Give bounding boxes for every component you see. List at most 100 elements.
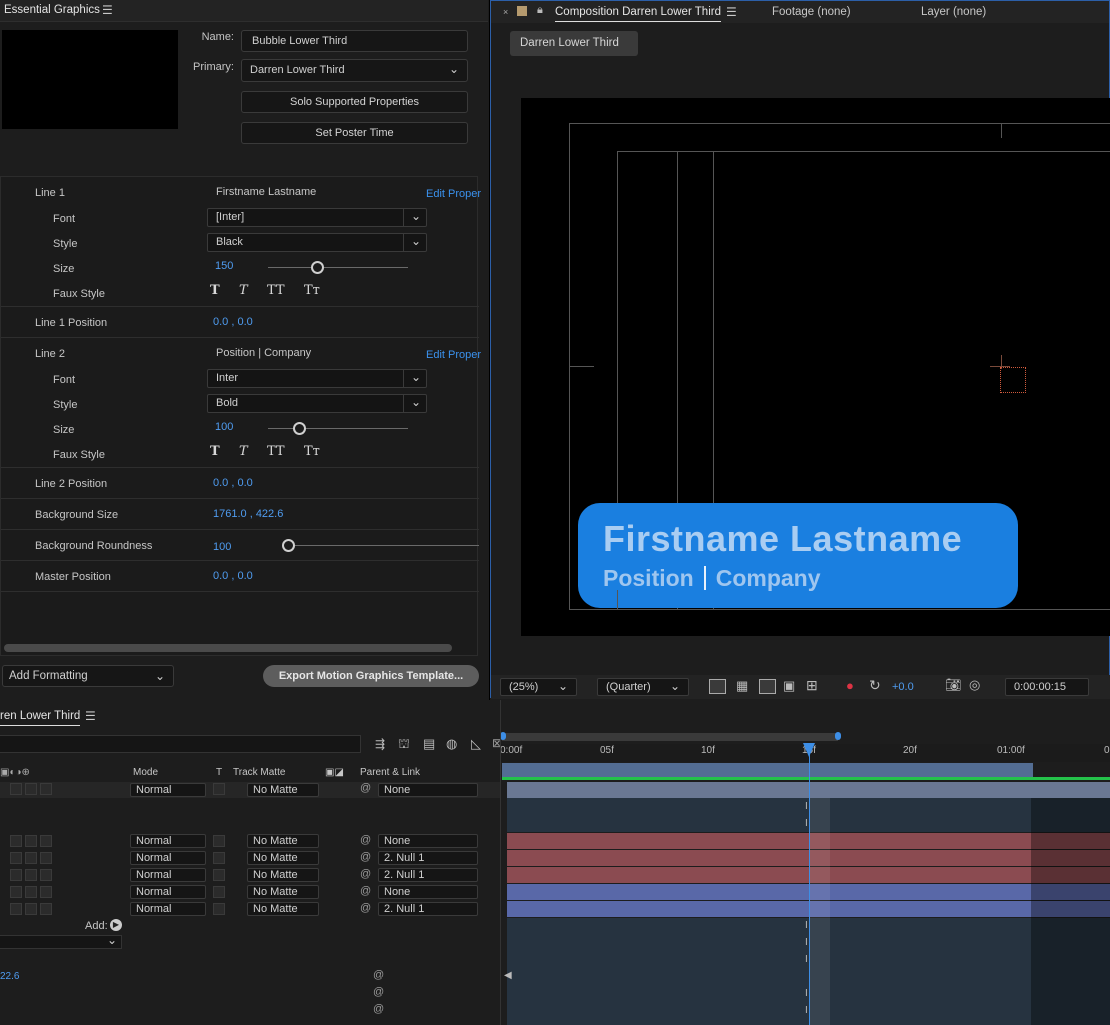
- panel-menu-icon[interactable]: ☰: [102, 3, 113, 17]
- keyframe-marker[interactable]: I: [805, 988, 808, 999]
- comp-duration-bar[interactable]: [502, 763, 1033, 777]
- tab-layer[interactable]: Layer (none): [921, 6, 986, 18]
- channel-icon[interactable]: ●: [846, 678, 854, 693]
- parent-dropdown[interactable]: 2. Null 1: [378, 868, 478, 882]
- mode-dropdown[interactable]: Normal: [130, 851, 206, 865]
- current-time-display[interactable]: 0:00:00:15: [1005, 678, 1089, 696]
- line1-font-dropdown[interactable]: [Inter] ⌄: [207, 208, 427, 227]
- layer-row[interactable]: Normal No Matte @ 2. Null 1: [0, 901, 500, 918]
- background-size-value[interactable]: 1761.0 , 422.6: [213, 508, 283, 520]
- preserve-transparency-box[interactable]: [213, 903, 225, 915]
- composition-navigator-tab[interactable]: Darren Lower Third: [510, 31, 638, 56]
- small-caps-icon[interactable]: Tт: [304, 444, 320, 459]
- line1-position-value[interactable]: 0.0 , 0.0: [213, 316, 253, 328]
- parent-dropdown[interactable]: None: [378, 885, 478, 899]
- layer-row[interactable]: Normal No Matte @ None: [0, 833, 500, 850]
- add-property-icon[interactable]: ▶: [110, 919, 122, 931]
- snapshot-icon[interactable]: 📷︎: [945, 677, 962, 693]
- master-position-value[interactable]: 0.0 , 0.0: [213, 570, 253, 582]
- lock-icon[interactable]: 🔒︎: [537, 4, 543, 17]
- line2-text[interactable]: Position | Company: [216, 347, 311, 359]
- exposure-value[interactable]: +0.0: [892, 681, 914, 693]
- track-matte-dropdown[interactable]: No Matte: [247, 783, 319, 797]
- mode-dropdown[interactable]: Normal: [130, 902, 206, 916]
- null-layer-box[interactable]: [1000, 367, 1026, 393]
- faux-italic-icon[interactable]: T: [239, 444, 248, 459]
- switch-box[interactable]: [40, 852, 52, 864]
- parent-dropdown[interactable]: None: [378, 783, 478, 797]
- show-snapshot-icon[interactable]: ◎: [969, 677, 980, 693]
- switch-box[interactable]: [40, 783, 52, 795]
- hide-shy-layers-icon[interactable]: ▤: [423, 736, 435, 752]
- parent-dropdown[interactable]: 2. Null 1: [378, 851, 478, 865]
- layer-row[interactable]: Normal No Matte @ None: [0, 884, 500, 901]
- background-roundness-slider-track[interactable]: [291, 545, 479, 546]
- preserve-transparency-box[interactable]: [213, 835, 225, 847]
- timeline-tab[interactable]: ren Lower Third: [0, 710, 81, 726]
- pickwhip-icon[interactable]: @: [373, 969, 384, 981]
- work-area-bar[interactable]: [500, 730, 1110, 744]
- track-matte-dropdown[interactable]: No Matte: [247, 868, 319, 882]
- layer-row[interactable]: Normal No Matte @ 2. Null 1: [0, 850, 500, 867]
- line2-position-value[interactable]: 0.0 , 0.0: [213, 477, 253, 489]
- background-roundness-slider-knob[interactable]: [282, 539, 295, 552]
- frame-blending-icon[interactable]: ◍: [446, 736, 457, 752]
- layer-row[interactable]: Normal No Matte @ None: [0, 782, 500, 798]
- faux-bold-icon[interactable]: T: [210, 444, 220, 459]
- layer-search-input[interactable]: [0, 735, 361, 753]
- preserve-transparency-box[interactable]: [213, 886, 225, 898]
- switch-box[interactable]: [25, 783, 37, 795]
- line2-style-dropdown[interactable]: Bold ⌄: [207, 394, 427, 413]
- keyframe-marker[interactable]: I: [805, 937, 808, 948]
- pickwhip-icon[interactable]: @: [373, 1003, 384, 1015]
- mask-visibility-icon[interactable]: [759, 679, 776, 694]
- horizontal-scrollbar[interactable]: [4, 644, 452, 652]
- switch-box[interactable]: [40, 869, 52, 881]
- switch-box[interactable]: [25, 835, 37, 847]
- keyframe-marker[interactable]: I: [805, 954, 808, 965]
- all-caps-icon[interactable]: TT: [267, 444, 285, 459]
- track-matte-dropdown[interactable]: No Matte: [247, 834, 319, 848]
- line1-edit-properties-link[interactable]: Edit Proper: [426, 188, 481, 200]
- switch-box[interactable]: [25, 869, 37, 881]
- parent-dropdown[interactable]: 2. Null 1: [378, 902, 478, 916]
- line2-size-slider-track[interactable]: [268, 428, 408, 429]
- solo-supported-properties-button[interactable]: Solo Supported Properties: [241, 91, 468, 113]
- draft-3d-icon[interactable]: ⛫: [398, 736, 410, 754]
- track-matte-header[interactable]: Track Matte: [233, 767, 285, 778]
- switch-box[interactable]: [25, 886, 37, 898]
- preserve-transparency-box[interactable]: [213, 869, 225, 881]
- tab-menu-icon[interactable]: ☰: [726, 5, 737, 19]
- switch-box[interactable]: [40, 886, 52, 898]
- pickwhip-icon[interactable]: @: [360, 851, 371, 863]
- pickwhip-icon[interactable]: @: [360, 782, 371, 794]
- keyframe-marker[interactable]: I: [805, 920, 808, 931]
- track-matte-dropdown[interactable]: No Matte: [247, 885, 319, 899]
- name-field[interactable]: Bubble Lower Third: [241, 30, 468, 52]
- layer-row[interactable]: Normal No Matte @ 2. Null 1: [0, 867, 500, 884]
- mode-header[interactable]: Mode: [133, 767, 158, 778]
- faux-italic-icon[interactable]: T: [239, 283, 248, 298]
- tab-composition[interactable]: Composition Darren Lower Third: [555, 6, 721, 22]
- t-header[interactable]: T: [216, 767, 222, 778]
- background-roundness-value[interactable]: 100: [213, 541, 231, 553]
- property-dropdown[interactable]: ⌄: [0, 933, 122, 949]
- primary-dropdown[interactable]: Darren Lower Third ⌄: [241, 59, 468, 82]
- playhead-handle[interactable]: [803, 743, 815, 757]
- switch-box[interactable]: [40, 835, 52, 847]
- line1-size-value[interactable]: 150: [215, 260, 233, 272]
- track-matte-dropdown[interactable]: No Matte: [247, 902, 319, 916]
- switch-box[interactable]: [25, 903, 37, 915]
- timeline-menu-icon[interactable]: ☰: [85, 709, 96, 723]
- switch-box[interactable]: [25, 852, 37, 864]
- parent-dropdown[interactable]: None: [378, 834, 478, 848]
- pickwhip-icon[interactable]: @: [360, 885, 371, 897]
- work-area-range[interactable]: [502, 733, 838, 741]
- close-tab-icon[interactable]: ×: [503, 7, 508, 17]
- keyframe-marker[interactable]: I: [805, 818, 808, 829]
- line1-size-slider-knob[interactable]: [311, 261, 324, 274]
- pickwhip-icon[interactable]: @: [360, 902, 371, 914]
- line2-size-value[interactable]: 100: [215, 421, 233, 433]
- mode-dropdown[interactable]: Normal: [130, 783, 206, 797]
- line2-font-dropdown[interactable]: Inter ⌄: [207, 369, 427, 388]
